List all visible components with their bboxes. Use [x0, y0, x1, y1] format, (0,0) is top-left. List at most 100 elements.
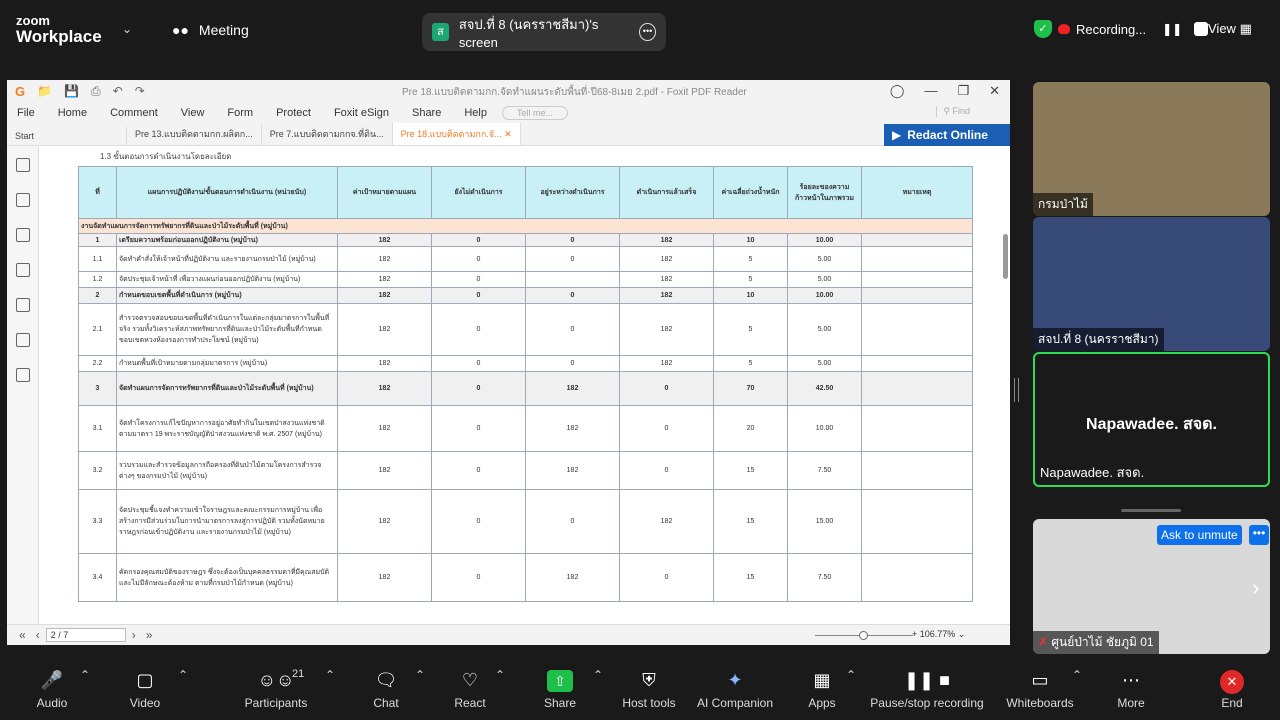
- next-page-icon[interactable]: ›: [132, 628, 136, 642]
- row-in-progress: 0: [525, 287, 620, 304]
- audio-button[interactable]: 🎤 Audio: [34, 668, 70, 710]
- pages-icon[interactable]: [15, 193, 30, 207]
- recording-indicator: ✓ Recording... ❚❚: [1034, 20, 1209, 38]
- minimize-icon[interactable]: —: [924, 83, 937, 99]
- undo-icon[interactable]: ↶: [113, 84, 123, 98]
- share-button[interactable]: ⇧ Share: [542, 668, 578, 710]
- col-header-not-started: ยังไม่ดำเนินการ: [431, 166, 526, 219]
- video-chevron-icon[interactable]: ⌃: [178, 668, 188, 682]
- meeting-button[interactable]: ●● Meeting: [172, 22, 249, 38]
- pause-stop-recording-button[interactable]: ❚❚ ■ Pause/stop recording: [869, 668, 985, 710]
- muted-mic-icon: ✗: [1038, 635, 1049, 649]
- video-button[interactable]: ▢ Video: [126, 668, 164, 710]
- save-icon[interactable]: 💾: [64, 84, 79, 98]
- page-number-input[interactable]: 2 / 7: [45, 628, 126, 642]
- menu-form[interactable]: Form: [227, 107, 253, 119]
- more-button[interactable]: ⋯ More: [1114, 668, 1148, 710]
- chevron-down-icon[interactable]: ⌄: [122, 22, 132, 36]
- react-chevron-icon[interactable]: ⌃: [495, 668, 505, 682]
- find-placeholder: Find: [952, 106, 970, 116]
- people-icon: ●●: [172, 22, 189, 38]
- redact-online-button[interactable]: ▶ Redact Online: [884, 124, 1010, 146]
- tab-pre13[interactable]: Pre 13.แบบติดตามกก.ผลิตก...: [127, 123, 262, 145]
- next-page-arrow-icon[interactable]: ›: [1252, 575, 1259, 601]
- pause-recording-icon[interactable]: ❚❚: [1162, 22, 1182, 36]
- menu-view[interactable]: View: [181, 107, 205, 119]
- table-row: 1.1 จัดทำคำสั่งให้เจ้าหน้าที่ปฏิบัติงาน แ…: [78, 246, 973, 272]
- menu-file[interactable]: File: [17, 107, 35, 119]
- video-tile-3-active-speaker[interactable]: Napawadee. สจด. Napawadee. สจด.: [1033, 352, 1270, 487]
- print-icon[interactable]: ⎙: [91, 84, 101, 99]
- redo-icon[interactable]: ↷: [135, 84, 145, 98]
- menu-foxit-esign[interactable]: Foxit eSign: [334, 107, 389, 119]
- react-button[interactable]: ♡ React: [452, 668, 488, 710]
- foxit-pdf-window: G 📁 💾 ⎙ ↶ ↷ Pre 18.แบบติดตามกก.จัดทำแผนร…: [7, 80, 1010, 645]
- attachment-icon[interactable]: [15, 298, 30, 312]
- more-icon[interactable]: •••: [639, 23, 656, 41]
- react-label: React: [454, 696, 486, 710]
- end-label: End: [1221, 696, 1243, 710]
- share-chevron-icon[interactable]: ⌃: [593, 668, 603, 682]
- tell-me-input[interactable]: Tell me...: [501, 106, 568, 120]
- participants-button[interactable]: ☺☺ 21 Participants: [244, 668, 308, 710]
- whiteboards-chevron-icon[interactable]: ⌃: [1072, 668, 1082, 682]
- participants-label: Participants: [244, 696, 308, 710]
- tile-more-icon[interactable]: •••: [1249, 525, 1269, 545]
- menu-comment[interactable]: Comment: [110, 107, 158, 119]
- zoom-slider-knob[interactable]: [859, 631, 868, 640]
- bookmark-icon[interactable]: [15, 158, 30, 172]
- end-button[interactable]: ✕ End: [1218, 668, 1246, 710]
- video-tile-1[interactable]: กรมป่าไม้: [1033, 82, 1270, 216]
- row-remark: [861, 371, 973, 406]
- row-percent: 42.50: [787, 371, 862, 406]
- chat-button[interactable]: 🗨 Chat: [370, 668, 402, 710]
- vertical-scrollbar[interactable]: [1003, 234, 1008, 279]
- panel-splitter[interactable]: [1014, 378, 1019, 402]
- drag-handle[interactable]: [1121, 509, 1181, 512]
- col-header-weight: ค่าเฉลี่ยถ่วงน้ำหนัก: [713, 166, 788, 219]
- row-weight: 5: [713, 355, 788, 372]
- pause-recording-label: Pause/stop recording: [870, 696, 984, 710]
- table-row: 1.2 จัดประชุมเจ้าหน้าที่ เพื่อวางแผนก่อนอ…: [78, 271, 973, 288]
- ask-to-unmute-button[interactable]: Ask to unmute: [1157, 525, 1242, 545]
- row-description: กำหนดขอบเขตพื้นที่ดำเนินการ (หมู่บ้าน): [116, 287, 338, 304]
- tab-pre18[interactable]: Pre 18.แบบติดตามกก.จั... ✕: [392, 123, 521, 145]
- stop-recording-icon[interactable]: [1194, 22, 1209, 36]
- close-icon[interactable]: ✕: [989, 83, 1000, 99]
- menu-home[interactable]: Home: [58, 107, 87, 119]
- ai-companion-button[interactable]: ✦ AI Companion: [694, 668, 776, 710]
- open-icon[interactable]: 📁: [37, 84, 52, 98]
- prev-page-icon[interactable]: ‹: [36, 628, 40, 642]
- audio-chevron-icon[interactable]: ⌃: [80, 668, 90, 682]
- menu-protect[interactable]: Protect: [276, 107, 311, 119]
- chat-chevron-icon[interactable]: ⌃: [415, 668, 425, 682]
- layers-icon[interactable]: [15, 263, 30, 277]
- video-tile-2[interactable]: สจป.ที่ 8 (นครราชสีมา): [1033, 217, 1270, 351]
- signature-icon[interactable]: [15, 368, 30, 382]
- security-icon[interactable]: [15, 333, 30, 347]
- last-page-icon[interactable]: »: [146, 628, 153, 642]
- whiteboards-button[interactable]: ▭ Whiteboards: [1004, 668, 1076, 710]
- row-target: 182: [337, 405, 432, 452]
- first-page-icon[interactable]: «: [19, 628, 26, 642]
- apps-chevron-icon[interactable]: ⌃: [846, 668, 856, 682]
- restore-icon[interactable]: ❐: [957, 83, 969, 99]
- zoom-level[interactable]: + 106.77% ⌄: [912, 629, 965, 640]
- participants-chevron-icon[interactable]: ⌃: [325, 668, 335, 682]
- menu-help[interactable]: Help: [464, 107, 487, 119]
- find-input[interactable]: ⚲ Find: [936, 106, 970, 117]
- tab-start[interactable]: Start: [7, 127, 127, 145]
- row-description: กำหนดพื้นที่เป้าหมายตามกลุ่มมาตรการ (หมู…: [116, 355, 338, 372]
- view-button[interactable]: View ▦: [1208, 21, 1252, 37]
- host-tools-button[interactable]: ⛨ Host tools: [620, 668, 678, 710]
- comments-icon[interactable]: [15, 228, 30, 242]
- row-not-started: 0: [431, 371, 526, 406]
- tab-pre7[interactable]: Pre 7.แบบติดตามกกจ.ที่ดิน...: [262, 123, 393, 145]
- row-done: 182: [619, 489, 714, 554]
- shared-screen-tab[interactable]: ส สจป.ที่ 8 (นครราชสีมา)'s screen •••: [422, 13, 666, 51]
- menu-share[interactable]: Share: [412, 107, 441, 119]
- tile-name-text: ศูนย์ป่าไม้ ชัยภูมิ 01: [1051, 635, 1154, 649]
- row-in-progress: 0: [525, 303, 620, 356]
- apps-button[interactable]: ▦ Apps: [806, 668, 838, 710]
- account-icon[interactable]: ◯: [890, 83, 905, 99]
